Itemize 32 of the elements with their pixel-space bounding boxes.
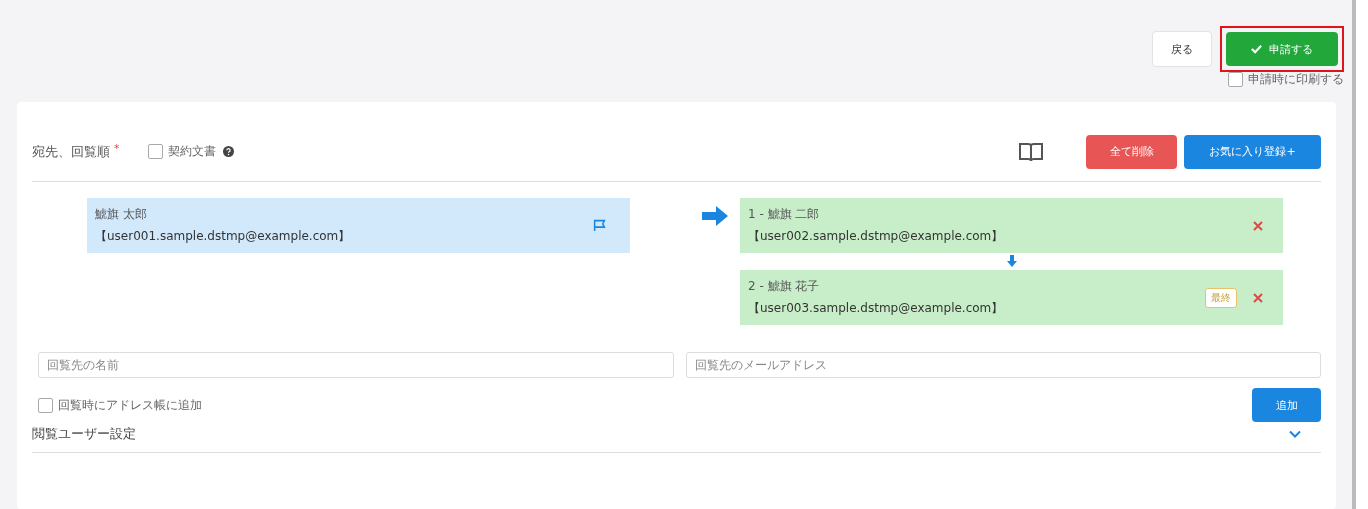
remove-icon[interactable]	[1253, 292, 1263, 303]
right-arrow-icon	[702, 206, 728, 226]
required-mark: *	[114, 142, 120, 155]
recipient-email: 【user003.sample.dstmp@example.com】	[748, 300, 1005, 317]
contract-label: 契約文書	[167, 144, 216, 159]
name-field[interactable]: 回覧先の名前	[38, 352, 674, 378]
back-button[interactable]: 戻る	[1152, 31, 1212, 67]
address-book-checkbox[interactable]	[38, 397, 53, 413]
flag-icon	[593, 219, 606, 232]
print-checkbox[interactable]	[1228, 72, 1243, 87]
viewer-settings-title[interactable]: 閲覧ユーザー設定	[32, 425, 136, 443]
email-field[interactable]: 回覧先のメールアドレス	[685, 352, 1321, 378]
submit-button[interactable]: 申請する	[1226, 32, 1338, 66]
check-icon	[1251, 44, 1262, 54]
recipient-name: 1 - 鯱旗 二郎	[748, 206, 821, 223]
sender-name: 鯱旗 太郎	[95, 206, 148, 223]
address-book-label: 回覧時にアドレス帳に追加	[58, 397, 202, 413]
favorite-button[interactable]: お気に入り登録+	[1184, 134, 1321, 169]
down-arrow-icon	[1006, 255, 1017, 267]
book-icon[interactable]	[1018, 140, 1044, 163]
print-option-label: 申請時に印刷する	[1248, 72, 1344, 87]
remove-icon[interactable]	[1253, 220, 1263, 231]
help-icon[interactable]	[222, 146, 234, 157]
delete-all-button[interactable]: 全て削除	[1086, 134, 1177, 169]
sender-email: 【user001.sample.dstmp@example.com】	[95, 228, 351, 245]
final-badge: 最終	[1205, 287, 1237, 308]
recipient-name: 2 - 鯱旗 花子	[748, 278, 821, 295]
recipient-email: 【user002.sample.dstmp@example.com】	[748, 228, 1005, 245]
chevron-icon[interactable]	[1289, 430, 1301, 438]
add-button[interactable]: 追加	[1252, 388, 1321, 422]
section-title: 宛先、回覧順	[32, 142, 110, 161]
contract-checkbox[interactable]	[147, 144, 163, 159]
